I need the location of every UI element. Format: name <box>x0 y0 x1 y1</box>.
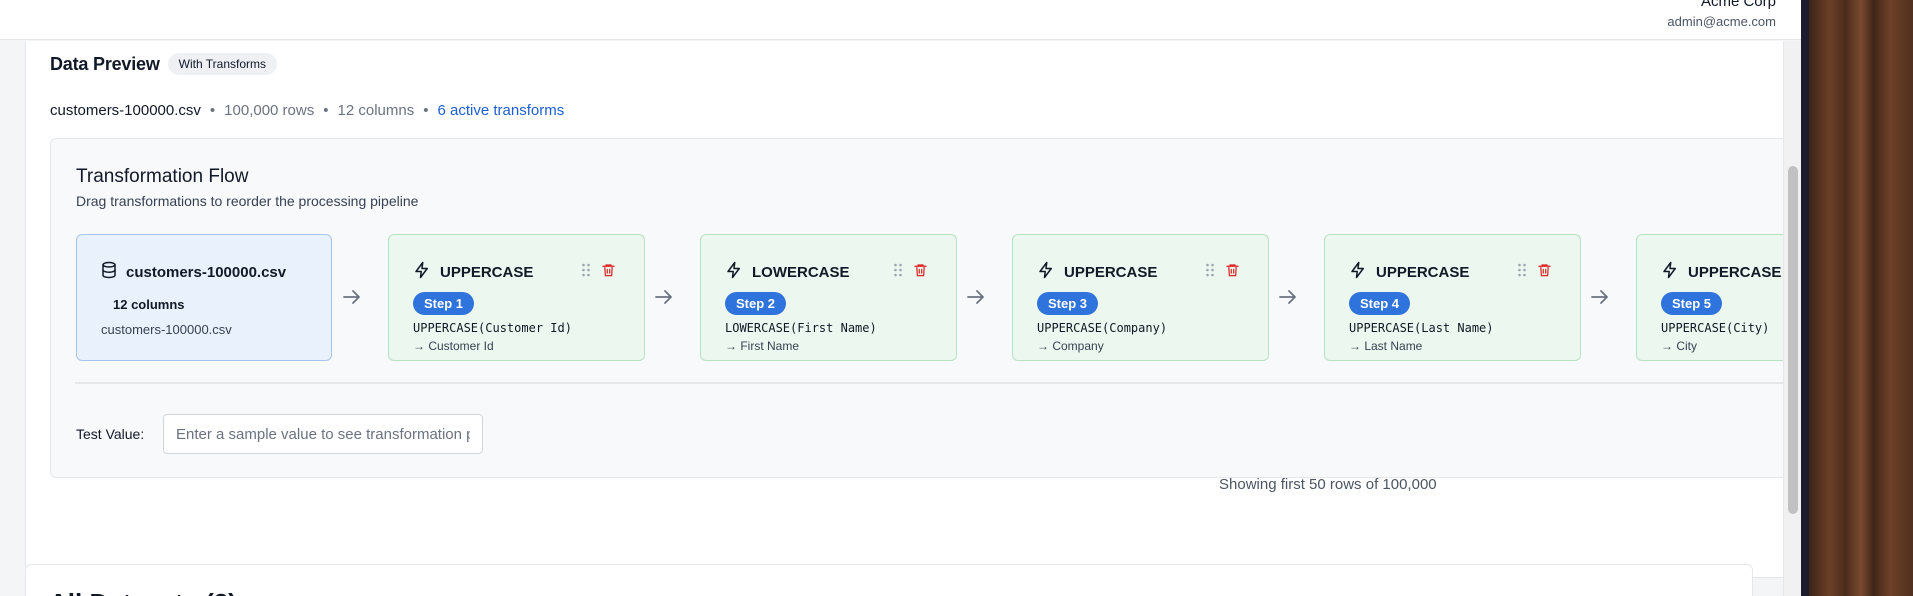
step-target: → Last Name <box>1349 339 1423 353</box>
lightning-icon <box>1349 261 1367 284</box>
drag-handle-icon[interactable] <box>893 263 903 282</box>
arrow-right-icon <box>655 290 672 304</box>
step-target: → City <box>1661 339 1697 353</box>
file-name: customers-100000.csv <box>50 102 201 119</box>
trash-icon[interactable] <box>1225 262 1240 283</box>
lightning-icon <box>1037 261 1055 284</box>
drag-handle-icon[interactable] <box>581 263 591 282</box>
scrollbar-thumb[interactable] <box>1788 166 1798 514</box>
data-preview-header: Data Preview With Transforms <box>50 53 278 75</box>
step-operation: UPPERCASE <box>1688 264 1782 281</box>
flow-subtitle: Drag transformations to reorder the proc… <box>76 193 419 209</box>
transformation-flow-panel: Transformation Flow Drag transformations… <box>50 138 1783 478</box>
transform-step-1[interactable]: UPPERCASE Step 1 UPPERCASE(Customer Id) … <box>388 234 645 361</box>
transforms-badge: With Transforms <box>167 53 278 75</box>
step-expression: LOWERCASE(First Name) <box>725 321 877 335</box>
test-value-input[interactable] <box>163 414 483 454</box>
trash-icon[interactable] <box>913 262 928 283</box>
lightning-icon <box>413 261 431 284</box>
step-expression: UPPERCASE(Company) <box>1037 321 1168 335</box>
database-icon <box>100 261 118 284</box>
step-operation: LOWERCASE <box>752 264 850 281</box>
step-badge: Step 3 <box>1037 292 1099 315</box>
flow-divider <box>75 382 1783 384</box>
arrow-right-icon <box>967 290 984 304</box>
step-expression: UPPERCASE(City) <box>1661 321 1770 335</box>
step-operation: UPPERCASE <box>440 264 534 281</box>
step-actions <box>1517 262 1552 283</box>
source-name: customers-100000.csv <box>126 264 287 281</box>
lightning-icon <box>725 261 743 284</box>
transform-step-5[interactable]: UPPERCASE Step 5 UPPERCASE(City) → City <box>1636 234 1783 361</box>
step-target: → Company <box>1037 339 1104 353</box>
rows-note: Showing first 50 rows of 100,000 <box>1219 476 1437 493</box>
step-actions <box>581 262 616 283</box>
separator-dot: • <box>423 102 429 119</box>
step-badge: Step 1 <box>413 292 475 315</box>
source-file: customers-100000.csv <box>101 322 232 337</box>
arrow-right-icon <box>343 290 360 304</box>
active-transforms-link[interactable]: 6 active transforms <box>437 102 564 119</box>
separator-dot: • <box>323 102 329 119</box>
test-value-label: Test Value: <box>76 426 145 442</box>
user-menu[interactable]: Acme Corp admin@acme.com <box>1667 0 1776 30</box>
source-columns: 12 columns <box>113 297 185 312</box>
step-header: UPPERCASE <box>1037 261 1157 284</box>
step-actions <box>1205 262 1240 283</box>
window-edge <box>1801 0 1809 596</box>
step-expression: UPPERCASE(Last Name) <box>1349 321 1494 335</box>
data-preview-card: Data Preview With Transforms customers-1… <box>25 41 1783 578</box>
user-email: admin@acme.com <box>1667 14 1776 29</box>
source-node: customers-100000.csv 12 columns customer… <box>76 234 332 361</box>
row-count: 100,000 rows <box>224 102 315 119</box>
flow-title: Transformation Flow <box>76 166 249 187</box>
step-operation: UPPERCASE <box>1376 264 1470 281</box>
org-name: Acme Corp <box>1700 0 1776 10</box>
all-datasets-title: All Datasets (2) <box>49 588 237 596</box>
top-header: Acme Corp admin@acme.com <box>0 0 1801 40</box>
source-header: customers-100000.csv <box>100 261 286 284</box>
step-actions <box>893 262 928 283</box>
drag-handle-icon[interactable] <box>1205 263 1215 282</box>
step-header: LOWERCASE <box>725 261 850 284</box>
vertical-scrollbar[interactable] <box>1783 41 1801 596</box>
step-operation: UPPERCASE <box>1064 264 1158 281</box>
step-badge: Step 4 <box>1349 292 1411 315</box>
step-target: → Customer Id <box>413 339 494 353</box>
step-expression: UPPERCASE(Customer Id) <box>413 321 572 335</box>
trash-icon[interactable] <box>601 262 616 283</box>
trash-icon[interactable] <box>1537 262 1552 283</box>
step-header: UPPERCASE <box>1661 261 1781 284</box>
step-header: UPPERCASE <box>413 261 533 284</box>
step-header: UPPERCASE <box>1349 261 1469 284</box>
file-meta: customers-100000.csv • 100,000 rows • 12… <box>50 102 564 119</box>
transform-step-2[interactable]: LOWERCASE Step 2 LOWERCASE(First Name) →… <box>700 234 957 361</box>
page-title: Data Preview <box>50 53 160 74</box>
transform-step-3[interactable]: UPPERCASE Step 3 UPPERCASE(Company) → Co… <box>1012 234 1269 361</box>
step-badge: Step 2 <box>725 292 787 315</box>
desktop-background <box>1809 0 1913 596</box>
arrow-right-icon <box>1591 290 1608 304</box>
drag-handle-icon[interactable] <box>1517 263 1527 282</box>
lightning-icon <box>1661 261 1679 284</box>
arrow-right-icon <box>1279 290 1296 304</box>
main-content: Data Preview With Transforms customers-1… <box>0 41 1783 596</box>
all-datasets-card: All Datasets (2) <box>25 564 1753 596</box>
column-count: 12 columns <box>337 102 415 119</box>
step-badge: Step 5 <box>1661 292 1723 315</box>
transform-step-4[interactable]: UPPERCASE Step 4 UPPERCASE(Last Name) → … <box>1324 234 1581 361</box>
separator-dot: • <box>209 102 216 119</box>
step-target: → First Name <box>725 339 800 353</box>
